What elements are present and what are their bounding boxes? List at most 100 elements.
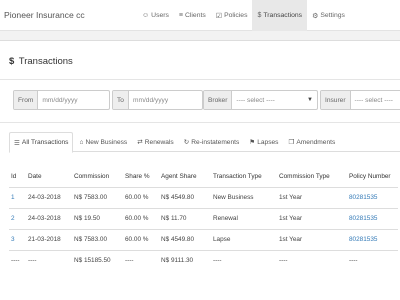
totals-row: ---- ---- N$ 15185.50 ---- N$ 9111.30 --… [9,250,398,271]
insurer-group: Insurer ---- select ---- [320,90,400,110]
tab-label: All Transactions [21,139,69,146]
total-cell: ---- [349,257,358,265]
transactions-table: Id Date Commission Share % Agent Share T… [9,167,398,271]
list-icon: ☰ [14,139,20,147]
column-header[interactable]: Agent Share [159,167,211,188]
row-agent-share: N$ 4549.80 [159,187,211,209]
tab-renewals[interactable]: ⇄ Renewals [133,132,178,152]
row-agent-share: N$ 11.70 [159,208,211,230]
to-date-group: To mm/dd/yyyy [112,90,203,110]
nav-settings-label: Settings [320,12,345,19]
nav-users[interactable]: ☺ Users [137,0,174,31]
top-navbar: Pioneer Insurance cc ☺ Users ≡ Clients ☑… [0,0,400,31]
total-cell: ---- [28,257,37,265]
nav-transactions[interactable]: $ Transactions [252,0,308,31]
from-label: From [14,91,39,109]
tab-re-instatements[interactable]: ↻ Re-instatements [180,132,244,152]
row-share: 60.00 % [123,229,159,251]
list-icon: ≡ [178,12,183,19]
total-cell: ---- [125,257,134,265]
row-commission-type: 1st Year [277,208,347,230]
nav-users-label: Users [151,12,169,19]
to-date-input[interactable]: mm/dd/yyyy [129,91,202,109]
row-transaction-type: Lapse [211,229,277,251]
broker-select-value: ---- select ---- [236,96,275,104]
nav-transactions-label: Transactions [263,12,303,19]
page-title: $ Transactions [9,56,73,67]
transaction-tabs: ☰ All Transactions ⌂ New Business ⇄ Rene… [9,132,400,153]
column-header[interactable]: Id [9,167,26,188]
divider [0,122,400,123]
total-agent-share: N$ 9111.30 [161,257,194,265]
total-commission: N$ 15185.50 [74,257,111,265]
table-row[interactable]: 1 24-03-2018 N$ 7583.00 60.00 % N$ 4549.… [9,187,398,209]
tab-all-transactions[interactable]: ☰ All Transactions [9,132,74,153]
user-icon: ☺ [142,12,150,19]
tab-label: Renewals [144,138,174,146]
dollar-icon: $ [9,56,15,67]
column-header[interactable]: Date [26,167,72,188]
policies-icon: ☑ [215,12,223,20]
broker-group: Broker ---- select ---- ▼ [203,90,318,110]
gear-icon: ⚙ [312,12,319,20]
row-agent-share: N$ 4549.80 [159,229,211,251]
broker-select[interactable]: ---- select ---- ▼ [232,91,317,109]
nav-menu: ☺ Users ≡ Clients ☑ Policies $ Transacti… [137,0,350,31]
table-row[interactable]: 2 24-03-2018 N$ 19.50 60.00 % N$ 11.70 R… [9,208,398,230]
row-share: 60.00 % [123,187,159,209]
tab-label: Lapses [257,138,279,146]
transactions-panel: $ Transactions From mm/dd/yyyy To mm/dd/… [0,40,400,300]
from-date-group: From mm/dd/yyyy [13,90,110,110]
column-header[interactable]: Commission [72,167,123,188]
row-date: 24-03-2018 [26,208,72,230]
table-row[interactable]: 3 21-03-2018 N$ 7583.00 60.00 % N$ 4549.… [9,229,398,251]
tab-label: New Business [85,138,128,146]
nav-settings[interactable]: ⚙ Settings [307,0,350,31]
caret-down-icon: ▼ [307,97,313,103]
divider [0,79,400,80]
column-header[interactable]: Transaction Type [211,167,277,188]
copy-icon: ❐ [288,139,295,146]
tab-new-business[interactable]: ⌂ New Business [75,132,131,152]
building-icon: ⌂ [79,138,84,146]
total-cell: ---- [11,257,20,265]
insurer-select-value: ---- select ---- [354,96,393,104]
total-cell: ---- [279,257,288,265]
tab-amendments[interactable]: ❐ Amendments [284,132,339,152]
row-transaction-type: Renewal [211,208,277,230]
row-policy-number-link[interactable]: 80281535 [347,208,398,230]
tab-label: Re-instatements [191,138,240,146]
row-commission: N$ 7583.00 [72,187,123,209]
brand-name[interactable]: Pioneer Insurance cc [4,10,85,20]
nav-policies-label: Policies [224,12,248,19]
tab-lapses[interactable]: ⚑ Lapses [245,132,282,152]
column-header[interactable]: Commission Type [277,167,347,188]
row-policy-number-link[interactable]: 80281535 [347,187,398,209]
dollar-icon: $ [257,12,262,19]
row-id[interactable]: 1 [9,187,26,209]
broker-label: Broker [204,91,233,109]
total-cell: ---- [213,257,222,265]
renew-icon: ⇄ [137,139,143,146]
column-header[interactable]: Share % [123,167,159,188]
row-id[interactable]: 2 [9,208,26,230]
to-label: To [113,91,129,109]
nav-clients[interactable]: ≡ Clients [174,0,211,31]
tab-label: Amendments [296,138,336,146]
row-share: 60.00 % [123,208,159,230]
row-transaction-type: New Business [211,187,277,209]
nav-clients-label: Clients [185,12,206,19]
insurer-label: Insurer [321,91,351,109]
column-header[interactable]: Policy Number [347,167,398,188]
refresh-icon: ↻ [183,139,190,146]
insurer-select[interactable]: ---- select ---- [351,91,400,109]
page-title-text: Transactions [18,56,73,67]
row-commission: N$ 7583.00 [72,229,123,251]
from-date-input[interactable]: mm/dd/yyyy [38,91,109,109]
nav-policies[interactable]: ☑ Policies [211,0,253,31]
row-commission-type: 1st Year [277,187,347,209]
row-policy-number-link[interactable]: 80281535 [347,229,398,251]
row-commission: N$ 19.50 [72,208,123,230]
row-id[interactable]: 3 [9,229,26,251]
row-commission-type: 1st Year [277,229,347,251]
